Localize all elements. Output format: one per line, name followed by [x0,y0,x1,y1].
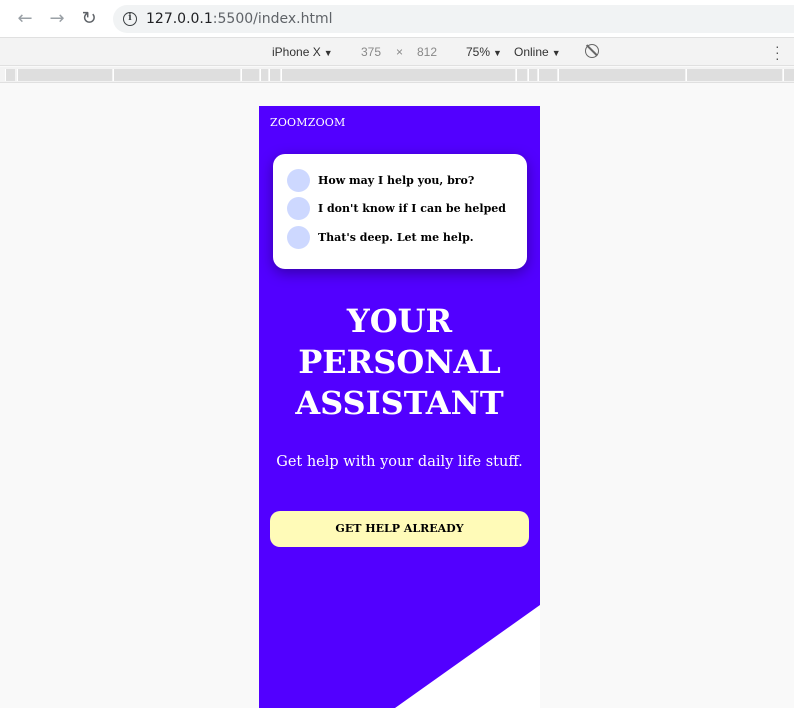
more-icon[interactable]: · · · [775,39,780,65]
url-path: :5500/index.html [212,11,333,27]
ruler-segment[interactable] [17,69,112,81]
dropdown-arrow-icon: ▼ [551,48,561,58]
network-select[interactable]: Online ▼ [514,45,561,59]
browser-toolbar: ← → ↻ i 127.0.0.1:5500/index.html [0,0,794,38]
zoom-select[interactable]: 75% ▼ [466,45,502,59]
ruler-segment[interactable] [538,69,557,81]
ruler-segment[interactable] [5,69,15,81]
hero-headline: YOUR PERSONAL ASSISTANT [259,301,540,424]
rotate-icon[interactable] [585,44,599,58]
back-arrow-icon[interactable]: ← [14,8,36,30]
brand-logo[interactable]: ZOOMZOOM [270,116,346,129]
times-sign: × [396,45,404,59]
avatar-bubble [287,169,310,192]
chat-message-text: I don't know if I can be helped [318,202,506,215]
url-host: 127.0.0.1 [146,11,213,27]
forward-arrow-icon[interactable]: → [46,8,68,30]
chat-message: How may I help you, bro? [287,169,474,192]
ruler-segment[interactable] [686,69,782,81]
hero-subtitle: Get help with your daily life stuff. [276,454,523,470]
ruler-segment[interactable] [113,69,240,81]
headline-line: PERSONAL [298,343,501,381]
ruler-segment[interactable] [269,69,280,81]
chat-message-text: How may I help you, bro? [318,174,475,187]
ruler-segment[interactable] [281,69,515,81]
height-input[interactable]: 812 [417,45,437,59]
ruler-segment[interactable] [516,69,527,81]
network-value: Online [514,45,549,59]
device-select[interactable]: iPhone X ▼ [272,45,333,59]
zoom-value: 75% [466,45,491,59]
avatar-bubble [287,226,310,249]
ruler-segment[interactable] [783,69,794,81]
chat-message: That's deep. Let me help. [287,226,474,249]
headline-line: ASSISTANT [295,384,504,422]
dropdown-arrow-icon: ▼ [323,48,333,58]
avatar-bubble [287,197,310,220]
ruler-segment[interactable] [260,69,268,81]
info-icon[interactable]: i [123,12,137,26]
reload-icon[interactable]: ↻ [78,8,100,30]
headline-line: YOUR [346,302,453,340]
get-help-button[interactable]: GET HELP ALREADY [270,511,529,547]
chat-message-text: That's deep. Let me help. [318,231,474,244]
address-bar[interactable]: i 127.0.0.1:5500/index.html [113,5,794,33]
ruler-segment[interactable] [558,69,685,81]
ruler-segment[interactable] [528,69,537,81]
media-query-bar [0,67,794,83]
device-toolbar: iPhone X ▼ 375 × 812 75% ▼ Online ▼ · · · [0,38,794,66]
chat-card: How may I help you, bro? I don't know if… [273,154,527,269]
chat-message: I don't know if I can be helped [287,197,506,220]
width-input[interactable]: 375 [361,45,381,59]
phone-viewport: ZOOMZOOM How may I help you, bro? I don'… [259,106,540,708]
ruler-segment[interactable] [241,69,259,81]
device-name: iPhone X [272,45,321,59]
dropdown-arrow-icon: ▼ [493,48,502,58]
